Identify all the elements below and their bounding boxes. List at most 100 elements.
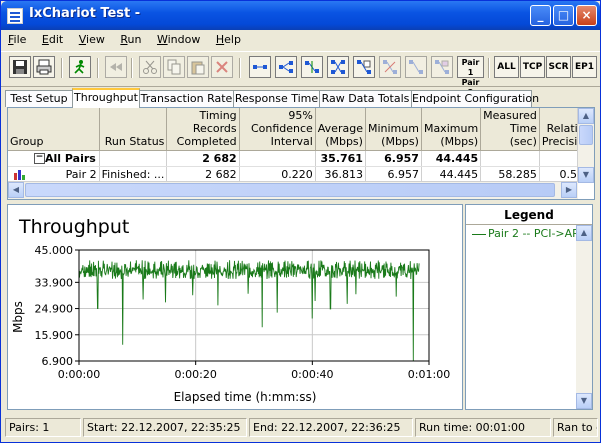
video-button[interactable] <box>431 56 453 78</box>
row-time <box>480 150 540 167</box>
menu-help[interactable]: Help <box>209 30 246 46</box>
series-line-pair-2 <box>78 260 420 361</box>
filter-tcp-button[interactable]: TCP <box>520 56 545 78</box>
delete-icon <box>216 61 228 73</box>
pair-order-button[interactable]: Pair 1 Pair 2 <box>457 56 484 97</box>
x-tick-label: 0:01:00 <box>408 368 450 381</box>
x-tick-labels: 0:00:00 0:00:20 0:00:40 0:01:00 <box>58 361 450 381</box>
scroll-down-icon[interactable]: ▼ <box>578 167 594 183</box>
voip-button[interactable] <box>405 56 427 78</box>
results-table: Group Run Status Timing Records Complete… <box>8 108 594 183</box>
scroll-down-icon[interactable]: ▼ <box>576 393 592 409</box>
run-button[interactable] <box>69 56 91 78</box>
scroll-up-icon[interactable]: ▲ <box>578 108 594 124</box>
swap-icon <box>331 60 345 74</box>
y-tick-label: 24.900 <box>35 303 74 316</box>
bar-chart-icon <box>14 170 25 180</box>
grid-vertical-scrollbar[interactable]: ▲ ▼ <box>577 108 594 183</box>
y-tick-label: 6.900 <box>42 355 74 368</box>
row-status <box>99 150 168 167</box>
add-multicast-button[interactable] <box>275 56 297 78</box>
paste-button[interactable] <box>187 56 209 78</box>
tab-transaction-rate[interactable]: Transaction Rate <box>139 90 234 107</box>
row-min: 6.957 <box>365 150 422 167</box>
grid-hscroll-thumb[interactable] <box>25 183 555 197</box>
swap-button[interactable] <box>327 56 349 78</box>
window-title: IxChariot Test - <box>29 6 141 21</box>
multicast-icon <box>279 61 293 73</box>
tab-throughput[interactable]: Throughput <box>72 88 140 108</box>
scissors-icon <box>143 60 157 74</box>
copy-button[interactable] <box>163 56 185 78</box>
legend-vertical-scrollbar[interactable]: ▲ ▼ <box>576 225 592 409</box>
tab-test-setup[interactable]: Test Setup <box>5 90 73 107</box>
print-button[interactable] <box>33 56 55 78</box>
x-tick-label: 0:00:40 <box>291 368 333 381</box>
filter-scr-button[interactable]: SCR <box>546 56 571 78</box>
menu-run[interactable]: Run <box>113 30 146 46</box>
row-records: 2 682 <box>166 150 240 167</box>
script-button[interactable] <box>353 56 375 78</box>
tab-response-time[interactable]: Response Time <box>233 90 320 107</box>
chart-panel: Throughput 45.000 33.900 24.900 15.900 6.900… <box>7 204 463 410</box>
col-group[interactable]: Group <box>8 108 100 151</box>
col-run-status[interactable]: Run Status <box>99 108 168 151</box>
y-tick-label: 33.900 <box>35 276 74 289</box>
edit-pair-button[interactable] <box>301 56 323 78</box>
row-avg: 35.761 <box>315 150 366 167</box>
tab-raw-data-totals[interactable]: Raw Data Totals <box>319 90 412 107</box>
status-start: Start: 22.12.2007, 22:35:25 <box>83 418 247 437</box>
paste-icon <box>191 61 205 75</box>
maximize-button[interactable]: □ <box>553 5 574 26</box>
x-tick-label: 0:00:00 <box>58 368 100 381</box>
row-max: 44.445 <box>421 150 482 167</box>
col-timing-records[interactable]: Timing Records Completed <box>166 108 240 151</box>
collapse-icon[interactable]: − <box>34 153 45 164</box>
row-ci <box>239 150 316 167</box>
close-button[interactable]: × <box>576 5 597 26</box>
y-tick-label: 45.000 <box>35 244 74 257</box>
save-button[interactable] <box>9 56 31 78</box>
scroll-up-icon[interactable]: ▲ <box>576 225 592 241</box>
chart-title: Throughput <box>18 216 129 238</box>
qos-button[interactable] <box>379 56 401 78</box>
results-grid: Group Run Status Timing Records Complete… <box>7 107 595 200</box>
throughput-chart: Throughput 45.000 33.900 24.900 15.900 6.900… <box>11 216 450 404</box>
menu-view[interactable]: View <box>72 30 110 46</box>
row-group-cell: − All Pairs <box>8 150 100 167</box>
row-group-label: Pair 2 <box>65 168 97 181</box>
col-average[interactable]: Average (Mbps) <box>315 108 366 151</box>
title-bar[interactable]: IxChariot Test - _ □ × <box>1 1 600 30</box>
app-icon <box>7 8 23 24</box>
col-minimum[interactable]: Minimum (Mbps) <box>365 108 422 151</box>
col-measured-time[interactable]: Measured Time (sec) <box>480 108 540 151</box>
stop-button[interactable] <box>105 56 127 78</box>
voip-icon <box>409 60 423 74</box>
menu-edit[interactable]: Edit <box>35 30 68 46</box>
rewind-icon <box>110 63 122 71</box>
tab-endpoint-configuration[interactable]: Endpoint Configuration <box>411 90 539 107</box>
add-pair-button[interactable] <box>249 56 271 78</box>
scroll-left-icon[interactable]: ◀ <box>8 182 24 198</box>
filter-ep1-button[interactable]: EP1 <box>572 56 597 78</box>
scroll-right-icon[interactable]: ▶ <box>561 182 577 198</box>
table-row[interactable]: − All Pairs 2 682 35.761 6.957 44.445 <box>8 150 594 167</box>
y-axis-label: Mbps <box>11 301 25 333</box>
menu-window[interactable]: Window <box>150 30 205 46</box>
col-confidence[interactable]: 95% Confidence Interval <box>239 108 316 151</box>
menu-bar: File Edit View Run Window Help <box>1 30 600 50</box>
filter-all-button[interactable]: ALL <box>494 56 519 78</box>
minimize-button[interactable]: _ <box>530 5 551 26</box>
col-maximum[interactable]: Maximum (Mbps) <box>421 108 482 151</box>
x-axis-label: Elapsed time (h:mm:ss) <box>174 390 317 404</box>
grid-vscroll-thumb[interactable] <box>579 125 593 145</box>
printer-icon <box>36 59 52 75</box>
floppy-icon <box>13 60 27 74</box>
cut-button[interactable] <box>139 56 161 78</box>
menu-file[interactable]: File <box>1 30 31 46</box>
legend-item[interactable]: Pair 2 -- PCI->AP <box>472 227 579 240</box>
delete-button[interactable] <box>211 56 233 78</box>
chart-series <box>78 260 420 361</box>
edit-pair-icon <box>305 61 319 73</box>
grid-horizontal-scrollbar[interactable]: ◀ ▶ <box>8 181 578 199</box>
